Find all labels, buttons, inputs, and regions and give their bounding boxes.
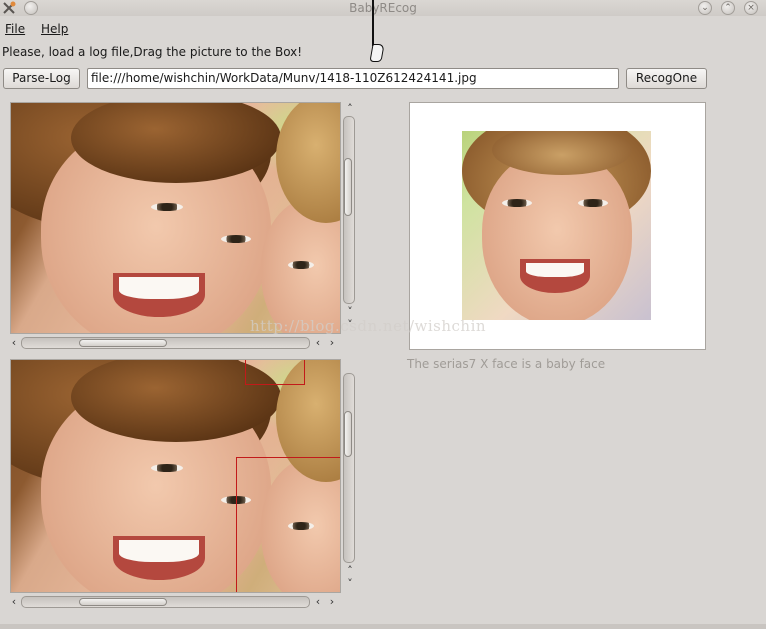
window-bottom-edge — [0, 624, 766, 629]
bottom-view-scroll-left-2[interactable]: ‹ — [312, 596, 324, 608]
bottom-view-vscroll-thumb[interactable] — [344, 411, 352, 457]
menu-file-label: File — [5, 22, 26, 36]
mouse-cursor-icon — [369, 44, 385, 62]
face-preview-box[interactable] — [409, 102, 706, 350]
watermark-text: http://blog.csdn.net/wishchin — [250, 317, 487, 335]
x-tools-icon — [3, 1, 16, 14]
app-tools-icon[interactable] — [1, 0, 17, 16]
chevron-down-icon: ⌄ — [701, 3, 709, 13]
close-button[interactable]: × — [744, 1, 758, 15]
menu-help[interactable]: Help — [41, 20, 68, 38]
top-view-scroll-left-2[interactable]: ‹ — [312, 337, 324, 349]
bottom-view-hscroll-thumb[interactable] — [79, 598, 167, 606]
image-path-input[interactable]: file:///home/wishchin/WorkData/Munv/1418… — [87, 68, 619, 89]
recog-one-button[interactable]: RecogOne — [626, 68, 707, 89]
menu-help-label: Help — [41, 22, 69, 36]
bottom-view-scroll-down-2[interactable]: ˅ — [344, 578, 356, 590]
instruction-text: Please, load a log file,Drag the picture… — [2, 45, 303, 59]
bottom-view-vscrollbar[interactable] — [343, 373, 355, 563]
minimize-button[interactable]: ⌄ — [698, 1, 712, 15]
top-view-scroll-right[interactable]: › — [326, 337, 338, 349]
chevron-up-icon: ⌃ — [724, 3, 732, 13]
window-title: BabyREcog — [349, 1, 417, 15]
source-image-view[interactable] — [10, 102, 341, 334]
bottom-view-scroll-right[interactable]: › — [326, 596, 338, 608]
top-view-scroll-left[interactable]: ‹ — [8, 337, 20, 349]
bottom-view-scroll-down[interactable]: ˄ — [344, 565, 356, 577]
detection-image-view[interactable] — [10, 359, 341, 593]
parse-log-button[interactable]: Parse-Log — [3, 68, 80, 89]
top-view-hscroll-thumb[interactable] — [79, 339, 167, 347]
top-view-scroll-up[interactable]: ˄ — [344, 103, 356, 115]
window-menu-button[interactable] — [24, 1, 38, 15]
detection-box-1 — [245, 360, 305, 385]
cursor-drag-line — [372, 0, 374, 46]
recognition-result-text: The serias7 X face is a baby face — [407, 357, 606, 371]
cropped-face-image — [462, 131, 651, 320]
close-icon: × — [747, 3, 755, 13]
top-view-vscrollbar[interactable] — [343, 116, 355, 304]
bottom-view-scroll-left[interactable]: ‹ — [8, 596, 20, 608]
detection-box-2 — [236, 457, 340, 592]
bottom-view-hscrollbar[interactable] — [21, 596, 310, 608]
menu-file[interactable]: File — [5, 20, 25, 38]
top-view-vscroll-thumb[interactable] — [344, 158, 352, 216]
maximize-button[interactable]: ⌃ — [721, 1, 735, 15]
top-view-hscrollbar[interactable] — [21, 337, 310, 349]
